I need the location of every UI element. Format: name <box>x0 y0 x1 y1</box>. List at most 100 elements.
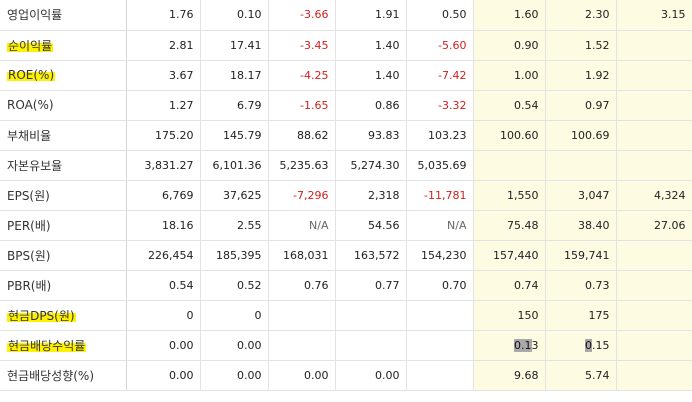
table-cell: 3,047 <box>545 180 617 211</box>
cell-value: 1.92 <box>585 68 610 82</box>
table-cell: -3.32 <box>406 90 474 121</box>
table-cell: -1.65 <box>268 90 336 121</box>
table-cell: N/A <box>406 210 474 241</box>
cell-value: 0.00 <box>237 368 262 382</box>
table-cell: 0.50 <box>406 0 474 31</box>
table-row: 부채비율 175.20 145.79 88.62 93.83 103.23 100.60 10… <box>0 120 692 151</box>
table-cell: 175 <box>545 300 617 331</box>
table-cell <box>616 330 692 361</box>
cell-value: 100.69 <box>571 128 610 142</box>
table-cell: 9.68 <box>473 360 546 391</box>
selected-cell-value: 0.13 <box>514 338 539 352</box>
table-cell: 100.60 <box>473 120 546 151</box>
cell-value: 0.73 <box>585 278 610 292</box>
table-cell: 0.97 <box>545 90 617 121</box>
table-cell: 0.00 <box>126 360 201 391</box>
cell-value: 17.41 <box>230 38 262 52</box>
row-label: 영업이익률 <box>0 0 127 31</box>
cell-value: -1.65 <box>300 98 329 112</box>
table-cell <box>616 300 692 331</box>
table-cell: 2.81 <box>126 30 201 61</box>
cell-value: 54.56 <box>368 218 400 232</box>
table-row: PBR(배) 0.54 0.52 0.76 0.77 0.70 0.74 0.73 <box>0 270 692 301</box>
row-label: 순이익률 <box>0 30 127 61</box>
cell-value: N/A <box>309 218 329 232</box>
cell-value: 0 <box>254 308 262 322</box>
table-cell: 5,235.63 <box>268 150 336 181</box>
table-cell: 0.00 <box>335 360 407 391</box>
table-cell: 0 <box>200 300 269 331</box>
table-row: 현금DPS(원) 0 0 150 175 <box>0 300 692 331</box>
cell-value: 0.00 <box>237 338 262 352</box>
table-cell: 88.62 <box>268 120 336 151</box>
cell-value: 6.79 <box>237 98 262 112</box>
cell-value: -7,296 <box>293 188 329 202</box>
cell-value: 2.81 <box>169 38 194 52</box>
row-label-text: 현금배당성향(%) <box>7 368 95 383</box>
row-label-text: 영업이익률 <box>7 8 63 23</box>
highlighted-row-label: 순이익률 <box>7 38 54 53</box>
table-cell: 100.69 <box>545 120 617 151</box>
highlighted-row-label: ROE(%) <box>7 68 56 82</box>
cell-value: 2.30 <box>585 8 610 22</box>
cell-value: 0.00 <box>169 368 194 382</box>
table-cell: 0.00 <box>268 360 336 391</box>
table-cell: 1.40 <box>335 30 407 61</box>
row-label-text: BPS(원) <box>7 248 51 263</box>
table-cell: 0.52 <box>200 270 269 301</box>
row-label: PBR(배) <box>0 270 127 301</box>
table-cell: 38.40 <box>545 210 617 241</box>
table-row: 영업이익률 1.76 0.10 -3.66 1.91 0.50 1.60 2.30 3.15 <box>0 0 692 31</box>
text-selection[interactable]: 0 <box>585 338 592 352</box>
row-label: 현금배당수익률 <box>0 330 127 361</box>
table-row: ROE(%) 3.67 18.17 -4.25 1.40 -7.42 1.00 1.92 <box>0 60 692 91</box>
row-label-text: 자본유보율 <box>7 158 63 173</box>
table-cell: 0.54 <box>473 90 546 121</box>
table-cell: 1.60 <box>473 0 546 31</box>
cell-value: 0.86 <box>375 98 400 112</box>
cell-value: 3,047 <box>578 188 610 202</box>
table-cell: -5.60 <box>406 30 474 61</box>
table-cell: -3.66 <box>268 0 336 31</box>
table-cell: -11,781 <box>406 180 474 211</box>
table-cell: 0.54 <box>126 270 201 301</box>
table-cell: 150 <box>473 300 546 331</box>
table-cell: 1.00 <box>473 60 546 91</box>
cell-value: 0.54 <box>514 98 539 112</box>
cell-value: 18.17 <box>230 68 262 82</box>
row-label: BPS(원) <box>0 240 127 271</box>
cell-value: 1,550 <box>507 188 539 202</box>
cell-value: 0.97 <box>585 98 610 112</box>
cell-value: 154,230 <box>421 248 467 262</box>
table-cell <box>616 150 692 181</box>
cell-value: 1.27 <box>169 98 194 112</box>
table-cell <box>473 150 546 181</box>
cell-value: 75.48 <box>507 218 539 232</box>
selected-cell-value: 0.15 <box>585 338 610 352</box>
table-cell: 226,454 <box>126 240 201 271</box>
table-cell: 93.83 <box>335 120 407 151</box>
table-row: 순이익률 2.81 17.41 -3.45 1.40 -5.60 0.90 1.52 <box>0 30 692 61</box>
table-cell: 5.74 <box>545 360 617 391</box>
table-cell: 0.74 <box>473 270 546 301</box>
cell-value: 103.23 <box>428 128 467 142</box>
row-label: ROA(%) <box>0 90 127 121</box>
table-cell: 168,031 <box>268 240 336 271</box>
row-label: 자본유보율 <box>0 150 127 181</box>
cell-value: 1.40 <box>375 38 400 52</box>
cell-value: 1.52 <box>585 38 610 52</box>
table-body: 영업이익률 1.76 0.10 -3.66 1.91 0.50 1.60 2.30 3.15 순이… <box>0 0 692 391</box>
row-label: 현금DPS(원) <box>0 300 127 331</box>
table-row: 현금배당성향(%) 0.00 0.00 0.00 0.00 9.68 5.74 <box>0 360 692 391</box>
cell-value: 1.00 <box>514 68 539 82</box>
table-cell: 1,550 <box>473 180 546 211</box>
row-label: 부채비율 <box>0 120 127 151</box>
cell-value: 159,741 <box>564 248 610 262</box>
text-selection[interactable]: 0.1 <box>514 338 532 352</box>
cell-value: 6,101.36 <box>212 158 262 172</box>
table-cell <box>616 360 692 391</box>
highlighted-row-label: 현금배당수익률 <box>7 338 87 353</box>
table-cell <box>268 330 336 361</box>
table-cell: 54.56 <box>335 210 407 241</box>
table-cell: 0 <box>126 300 201 331</box>
